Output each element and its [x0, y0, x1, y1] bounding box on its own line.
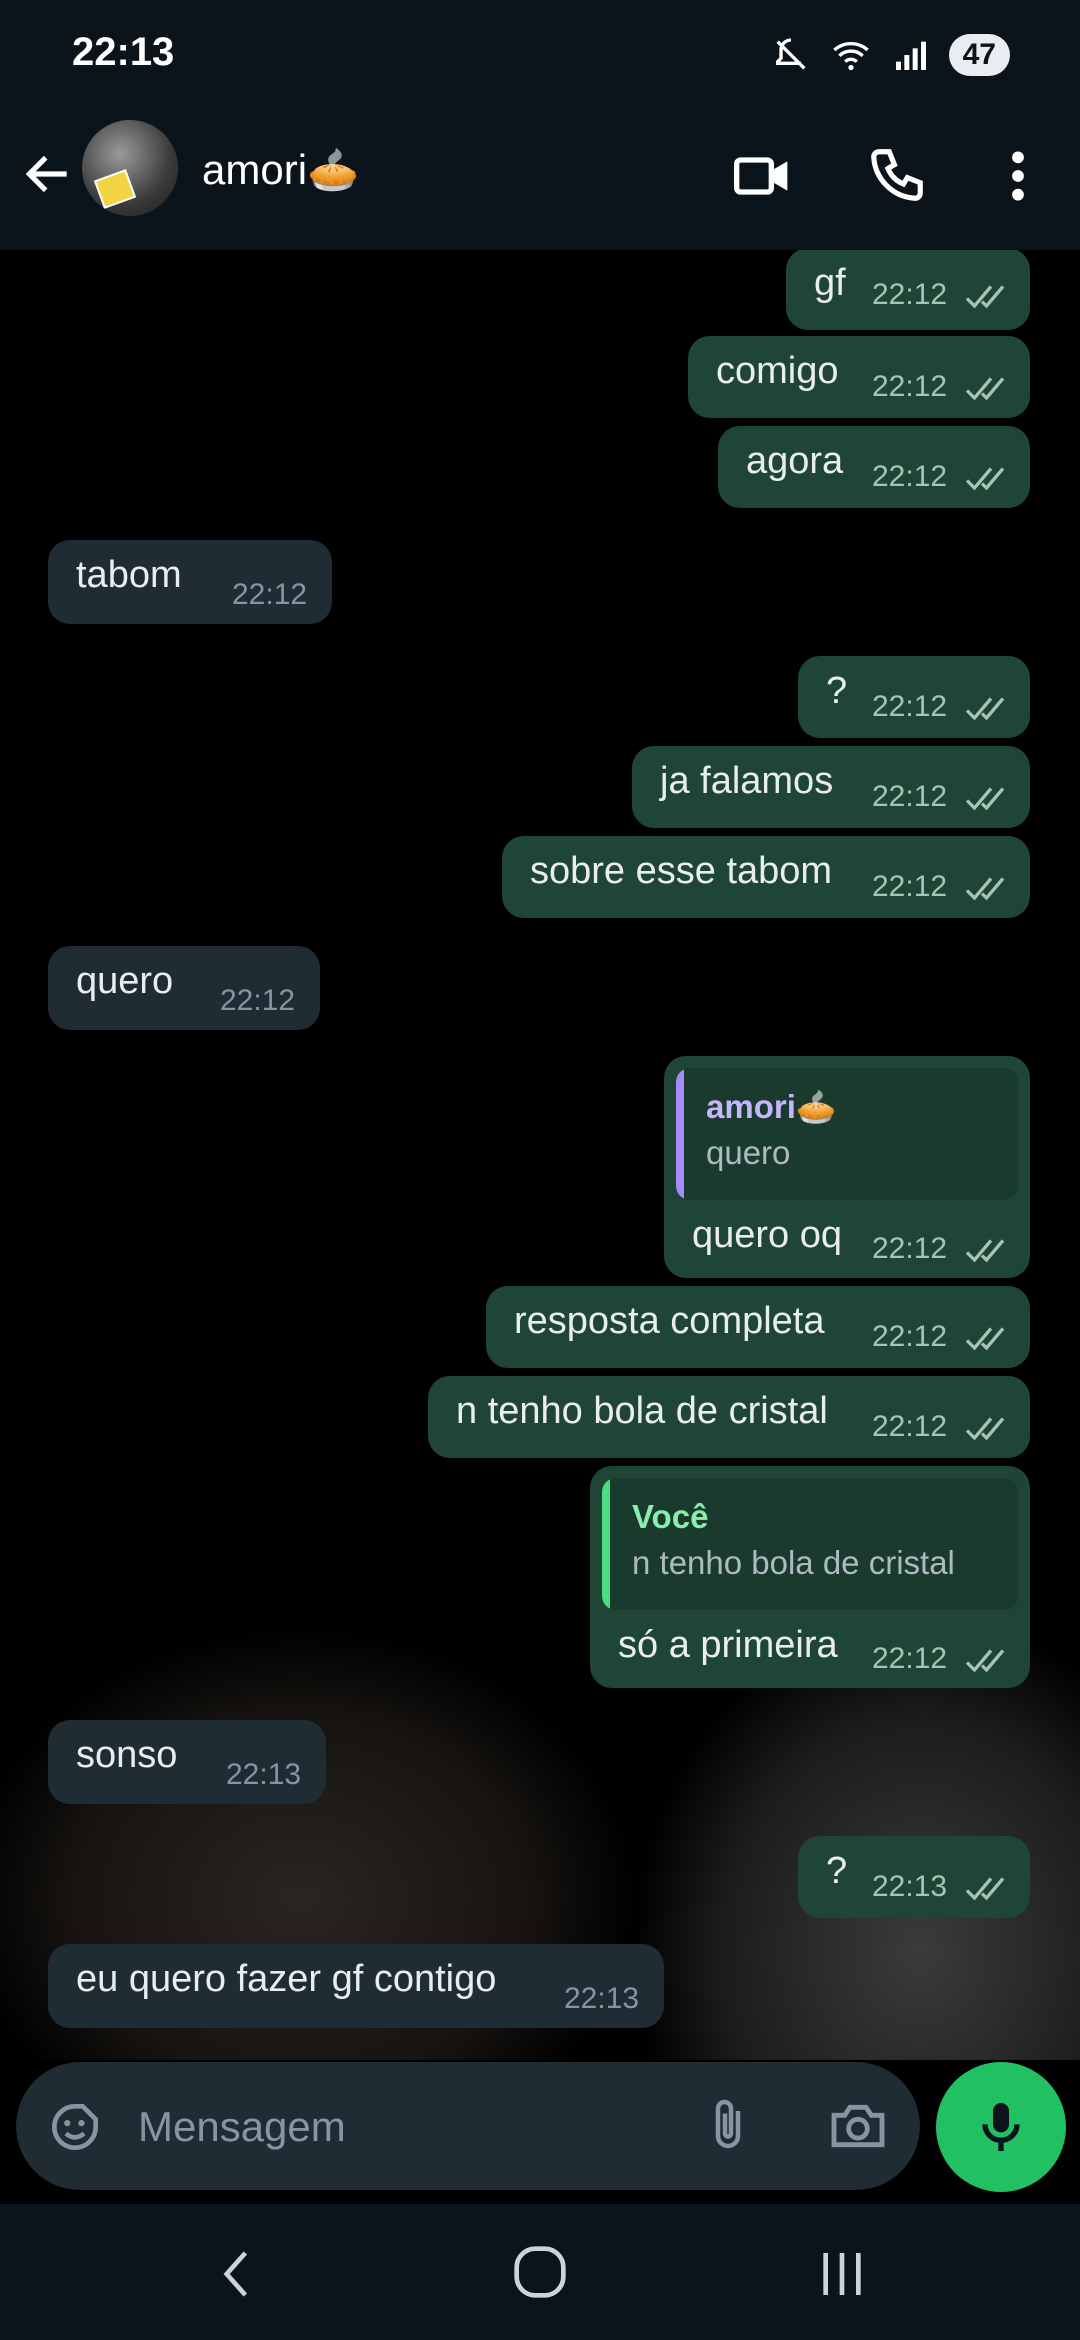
message-text: ? — [826, 1850, 848, 1892]
incoming-message[interactable]: quero 22:12 — [48, 946, 320, 1030]
message-text: só a primeira — [618, 1624, 838, 1666]
read-ticks-icon — [965, 377, 1005, 401]
message-text: eu quero fazer gf contigo — [76, 1958, 497, 2000]
message-time: 22:12 — [872, 278, 948, 311]
chat-area[interactable]: gf 22:12 comigo 22:12 agora 22:12 tabom … — [0, 250, 1080, 2060]
nav-home-icon[interactable] — [512, 2244, 568, 2300]
outgoing-message[interactable]: gf 22:12 — [786, 250, 1030, 330]
message-time: 22:13 — [564, 1982, 640, 2015]
message-time: 22:12 — [872, 370, 948, 403]
camera-icon[interactable] — [826, 2094, 890, 2158]
outgoing-message[interactable]: resposta completa 22:12 — [486, 1286, 1030, 1368]
read-ticks-icon — [965, 1417, 1005, 1441]
quote-author: Você — [632, 1498, 709, 1535]
nav-recents-icon[interactable] — [818, 2246, 866, 2302]
system-nav-bar — [0, 2204, 1080, 2340]
back-arrow-icon[interactable] — [20, 146, 76, 202]
outgoing-message-reply[interactable]: amori🥧 quero quero oq 22:12 — [664, 1056, 1030, 1278]
chat-header: amori🥧 — [0, 110, 1080, 252]
message-text: ? — [826, 670, 848, 712]
sticker-icon[interactable] — [44, 2096, 106, 2158]
message-text: n tenho bola de cristal — [456, 1390, 828, 1432]
read-ticks-icon — [965, 877, 1005, 901]
message-time: 22:13 — [872, 1870, 948, 1903]
message-text: gf — [814, 262, 846, 304]
voice-call-icon[interactable] — [866, 144, 928, 206]
quote-author: amori🥧 — [706, 1088, 837, 1125]
message-composer — [16, 2062, 920, 2190]
outgoing-message[interactable]: sobre esse tabom 22:12 — [502, 836, 1030, 918]
incoming-message[interactable]: sonso 22:13 — [48, 1720, 326, 1804]
quoted-message[interactable]: amori🥧 quero — [676, 1068, 1018, 1200]
quote-text: n tenho bola de cristal — [632, 1544, 955, 1581]
message-text: sobre esse tabom — [530, 850, 833, 892]
contact-avatar[interactable] — [82, 120, 178, 216]
microphone-icon — [982, 2103, 1020, 2151]
message-time: 22:12 — [872, 780, 948, 813]
status-time: 22:13 — [72, 30, 175, 74]
message-text: comigo — [716, 350, 839, 392]
signal-icon — [895, 41, 926, 70]
status-icons: 47 — [771, 34, 1010, 76]
outgoing-message[interactable]: ja falamos 22:12 — [632, 746, 1030, 828]
quote-bar — [676, 1068, 684, 1200]
message-text: agora — [746, 440, 844, 482]
more-options-icon[interactable] — [1000, 144, 1036, 208]
message-input[interactable] — [136, 2096, 700, 2158]
status-bar: 22:13 47 — [0, 0, 1080, 110]
outgoing-message[interactable]: ? 22:12 — [798, 656, 1030, 738]
message-text: quero oq — [692, 1214, 843, 1256]
message-time: 22:12 — [872, 690, 948, 723]
outgoing-message[interactable]: ? 22:13 — [798, 1836, 1030, 1918]
message-text: tabom — [76, 554, 182, 596]
message-time: 22:12 — [872, 1320, 948, 1353]
message-time: 22:12 — [220, 984, 296, 1017]
voice-record-button[interactable] — [936, 2062, 1066, 2192]
read-ticks-icon — [965, 787, 1005, 811]
nav-back-icon[interactable] — [216, 2246, 256, 2302]
read-ticks-icon — [965, 1327, 1005, 1351]
mute-icon — [775, 38, 806, 70]
read-ticks-icon — [965, 1649, 1005, 1673]
message-time: 22:12 — [872, 1410, 948, 1443]
incoming-message[interactable]: eu quero fazer gf contigo 22:13 — [48, 1944, 664, 2028]
read-ticks-icon — [965, 1877, 1005, 1901]
outgoing-message[interactable]: comigo 22:12 — [688, 336, 1030, 418]
message-text: ja falamos — [660, 760, 834, 802]
message-time: 22:12 — [872, 870, 948, 903]
quote-text: quero — [706, 1134, 791, 1171]
incoming-message[interactable]: tabom 22:12 — [48, 540, 332, 624]
outgoing-message[interactable]: agora 22:12 — [718, 426, 1030, 508]
read-ticks-icon — [965, 1239, 1005, 1263]
read-ticks-icon — [965, 285, 1005, 309]
battery-indicator: 47 — [948, 34, 1010, 76]
outgoing-message[interactable]: n tenho bola de cristal 22:12 — [428, 1376, 1030, 1458]
attach-icon[interactable] — [698, 2094, 758, 2158]
read-ticks-icon — [965, 467, 1005, 491]
video-call-icon[interactable] — [730, 144, 794, 208]
contact-name[interactable]: amori🥧 — [202, 146, 359, 195]
message-time: 22:12 — [872, 1232, 948, 1265]
message-time: 22:12 — [872, 1642, 948, 1675]
outgoing-message-reply[interactable]: Você n tenho bola de cristal só a primei… — [590, 1466, 1030, 1688]
message-time: 22:12 — [872, 460, 948, 493]
wifi-icon — [832, 42, 869, 71]
message-time: 22:13 — [226, 1758, 302, 1791]
read-ticks-icon — [965, 697, 1005, 721]
avatar-sticker — [93, 169, 137, 209]
quote-bar — [602, 1478, 610, 1610]
message-text: quero — [76, 960, 174, 1002]
message-time: 22:12 — [232, 578, 308, 611]
message-text: resposta completa — [514, 1300, 825, 1342]
message-text: sonso — [76, 1734, 178, 1776]
quoted-message[interactable]: Você n tenho bola de cristal — [602, 1478, 1018, 1610]
